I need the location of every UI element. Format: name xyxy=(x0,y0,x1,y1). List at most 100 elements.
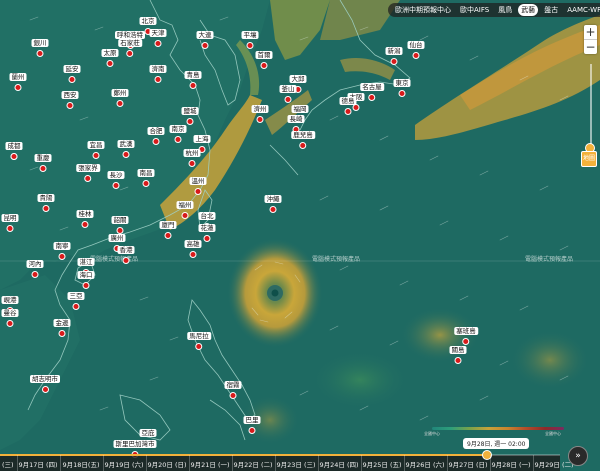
layer-toggle-button[interactable]: 地圖 xyxy=(581,151,597,167)
city-marker[interactable]: 廈門 xyxy=(159,212,177,239)
city-label: 鹿兒島 xyxy=(291,131,315,139)
city-dot xyxy=(186,118,194,125)
city-label: 斯里巴加灣市 xyxy=(113,440,157,448)
city-label: 南寧 xyxy=(53,242,71,250)
city-marker[interactable]: 濟南 xyxy=(149,56,167,83)
city-label: 長沙 xyxy=(107,171,125,179)
city-marker[interactable]: 昆明 xyxy=(1,205,19,232)
model-option-pangu[interactable]: 盤古 xyxy=(541,4,561,16)
timeline-day[interactable]: 9月24日 (四) xyxy=(319,459,358,469)
city-marker[interactable]: 首爾 xyxy=(255,42,273,69)
play-icon[interactable]: » xyxy=(568,446,588,466)
city-marker[interactable]: 杭州 xyxy=(183,140,201,167)
city-marker[interactable]: 巴里 xyxy=(243,407,261,434)
timeline-day[interactable]: 9月26日 (六) xyxy=(405,459,444,469)
model-option-aamc-wrf[interactable]: AAMC-WRF xyxy=(564,5,600,15)
legend-label-right: 全國中心 xyxy=(545,431,561,436)
city-dot xyxy=(390,58,398,65)
city-marker[interactable]: 合肥 xyxy=(147,118,165,145)
city-dot xyxy=(6,320,14,327)
timeline-day[interactable]: 9月21日 (一) xyxy=(190,459,229,469)
city-marker[interactable]: 河內 xyxy=(26,251,44,278)
city-label: 金邊 xyxy=(53,319,71,327)
city-marker[interactable]: 太原 xyxy=(101,40,119,67)
city-marker[interactable]: 三亞 xyxy=(67,283,85,310)
city-marker[interactable]: 石家莊 xyxy=(118,30,142,57)
city-marker[interactable]: 長沙 xyxy=(107,162,125,189)
city-marker[interactable]: 東京 xyxy=(393,70,411,97)
city-marker[interactable]: 香港 xyxy=(117,237,135,264)
city-marker[interactable]: 濟州 xyxy=(251,96,269,123)
city-marker[interactable]: 桂林 xyxy=(76,201,94,228)
timeline-day[interactable]: 9月18日(五) xyxy=(63,459,100,469)
timeline-day[interactable]: 9月22日 (二) xyxy=(233,459,272,469)
city-label: 福州 xyxy=(176,201,194,209)
current-time-tooltip: 9月28日, 週一 02:00 xyxy=(463,438,530,449)
timeline-day[interactable]: 9月20日 (日) xyxy=(147,459,186,469)
city-marker[interactable]: 重慶 xyxy=(34,145,52,172)
model-option-aifs[interactable]: 歐中AIFS xyxy=(457,4,492,16)
city-marker[interactable]: 西安 xyxy=(61,82,79,109)
city-label: 西安 xyxy=(61,91,79,99)
city-label: 鄭州 xyxy=(111,89,129,97)
model-selector: 歐洲中期預報中心 歐中AIFS 風鳥 武藝 盤古 AAMC-WRF xyxy=(388,3,600,17)
city-marker[interactable]: 高雄 xyxy=(184,231,202,258)
timeline-day[interactable]: 9月19日 (六) xyxy=(104,459,143,469)
zoom-in-button[interactable]: + xyxy=(584,25,597,39)
city-dot xyxy=(188,160,196,167)
city-marker[interactable]: 南京 xyxy=(169,116,187,143)
city-marker[interactable]: 張家界 xyxy=(76,155,100,182)
city-marker[interactable]: 宿霧 xyxy=(224,372,242,399)
opacity-slider-track[interactable] xyxy=(590,64,592,148)
zoom-out-button[interactable]: − xyxy=(584,39,597,54)
watermark: 電腦模式預報產品 xyxy=(525,256,574,263)
city-label: 天津 xyxy=(149,29,167,37)
city-marker[interactable]: 新潟 xyxy=(385,38,403,65)
timeline-day[interactable]: 9月17日 (四) xyxy=(18,459,57,469)
city-marker[interactable]: 金邊 xyxy=(53,310,71,337)
city-label: 南京 xyxy=(169,125,187,133)
city-marker[interactable]: 大連 xyxy=(196,22,214,49)
city-label: 胡志明市 xyxy=(30,375,60,383)
city-marker[interactable]: 名古屋 xyxy=(360,74,384,101)
city-marker[interactable]: 武漢 xyxy=(117,131,135,158)
city-label: 德島 xyxy=(339,97,357,105)
city-marker[interactable]: 關島 xyxy=(449,337,467,364)
city-label: 東京 xyxy=(393,79,411,87)
city-marker[interactable]: 天津 xyxy=(149,20,167,47)
zoom-control: + − xyxy=(584,25,597,54)
city-marker[interactable]: 曼谷 xyxy=(1,300,19,327)
timeline-day[interactable]: 9月25日 (五) xyxy=(362,459,401,469)
city-marker[interactable]: 鹿兒島 xyxy=(291,122,315,149)
timeline-day[interactable]: 9月28日 (一) xyxy=(491,459,530,469)
city-label: 銀川 xyxy=(31,39,49,47)
timeline-day[interactable]: 9月27日 (日) xyxy=(448,459,487,469)
city-dot xyxy=(116,100,124,107)
city-marker[interactable]: 蘭州 xyxy=(9,64,27,91)
city-marker[interactable]: 南昌 xyxy=(137,160,155,187)
city-dot xyxy=(72,303,80,310)
city-marker[interactable]: 馬尼拉 xyxy=(187,323,211,350)
model-option-fengniao[interactable]: 風鳥 xyxy=(495,4,515,16)
city-marker[interactable]: 德島 xyxy=(339,88,357,115)
model-option-wuyi[interactable]: 武藝 xyxy=(518,4,539,16)
city-marker[interactable]: 銀川 xyxy=(31,30,49,57)
city-marker[interactable]: 胡志明市 xyxy=(30,366,60,393)
timeline-day[interactable]: 9月29日 (二) xyxy=(534,459,573,469)
city-marker[interactable]: 貴陽 xyxy=(37,185,55,212)
city-marker[interactable]: 福州 xyxy=(176,192,194,219)
city-label: 南昌 xyxy=(137,169,155,177)
city-marker[interactable]: 青島 xyxy=(184,62,202,89)
city-marker[interactable]: 延安 xyxy=(63,56,81,83)
city-label: 青島 xyxy=(184,71,202,79)
city-marker[interactable]: 沖繩 xyxy=(264,186,282,213)
city-marker[interactable]: 溫州 xyxy=(189,168,207,195)
city-dot xyxy=(41,386,49,393)
model-option-ecmwf[interactable]: 歐洲中期預報中心 xyxy=(392,4,454,16)
city-marker[interactable]: 南寧 xyxy=(53,233,71,260)
timeline-left-label: (三) xyxy=(2,461,14,469)
timeline-day[interactable]: 9月23日 (三) xyxy=(276,459,315,469)
city-marker[interactable]: 鄭州 xyxy=(111,80,129,107)
city-marker[interactable]: 成都 xyxy=(5,133,23,160)
city-marker[interactable]: 仙台 xyxy=(407,32,425,59)
